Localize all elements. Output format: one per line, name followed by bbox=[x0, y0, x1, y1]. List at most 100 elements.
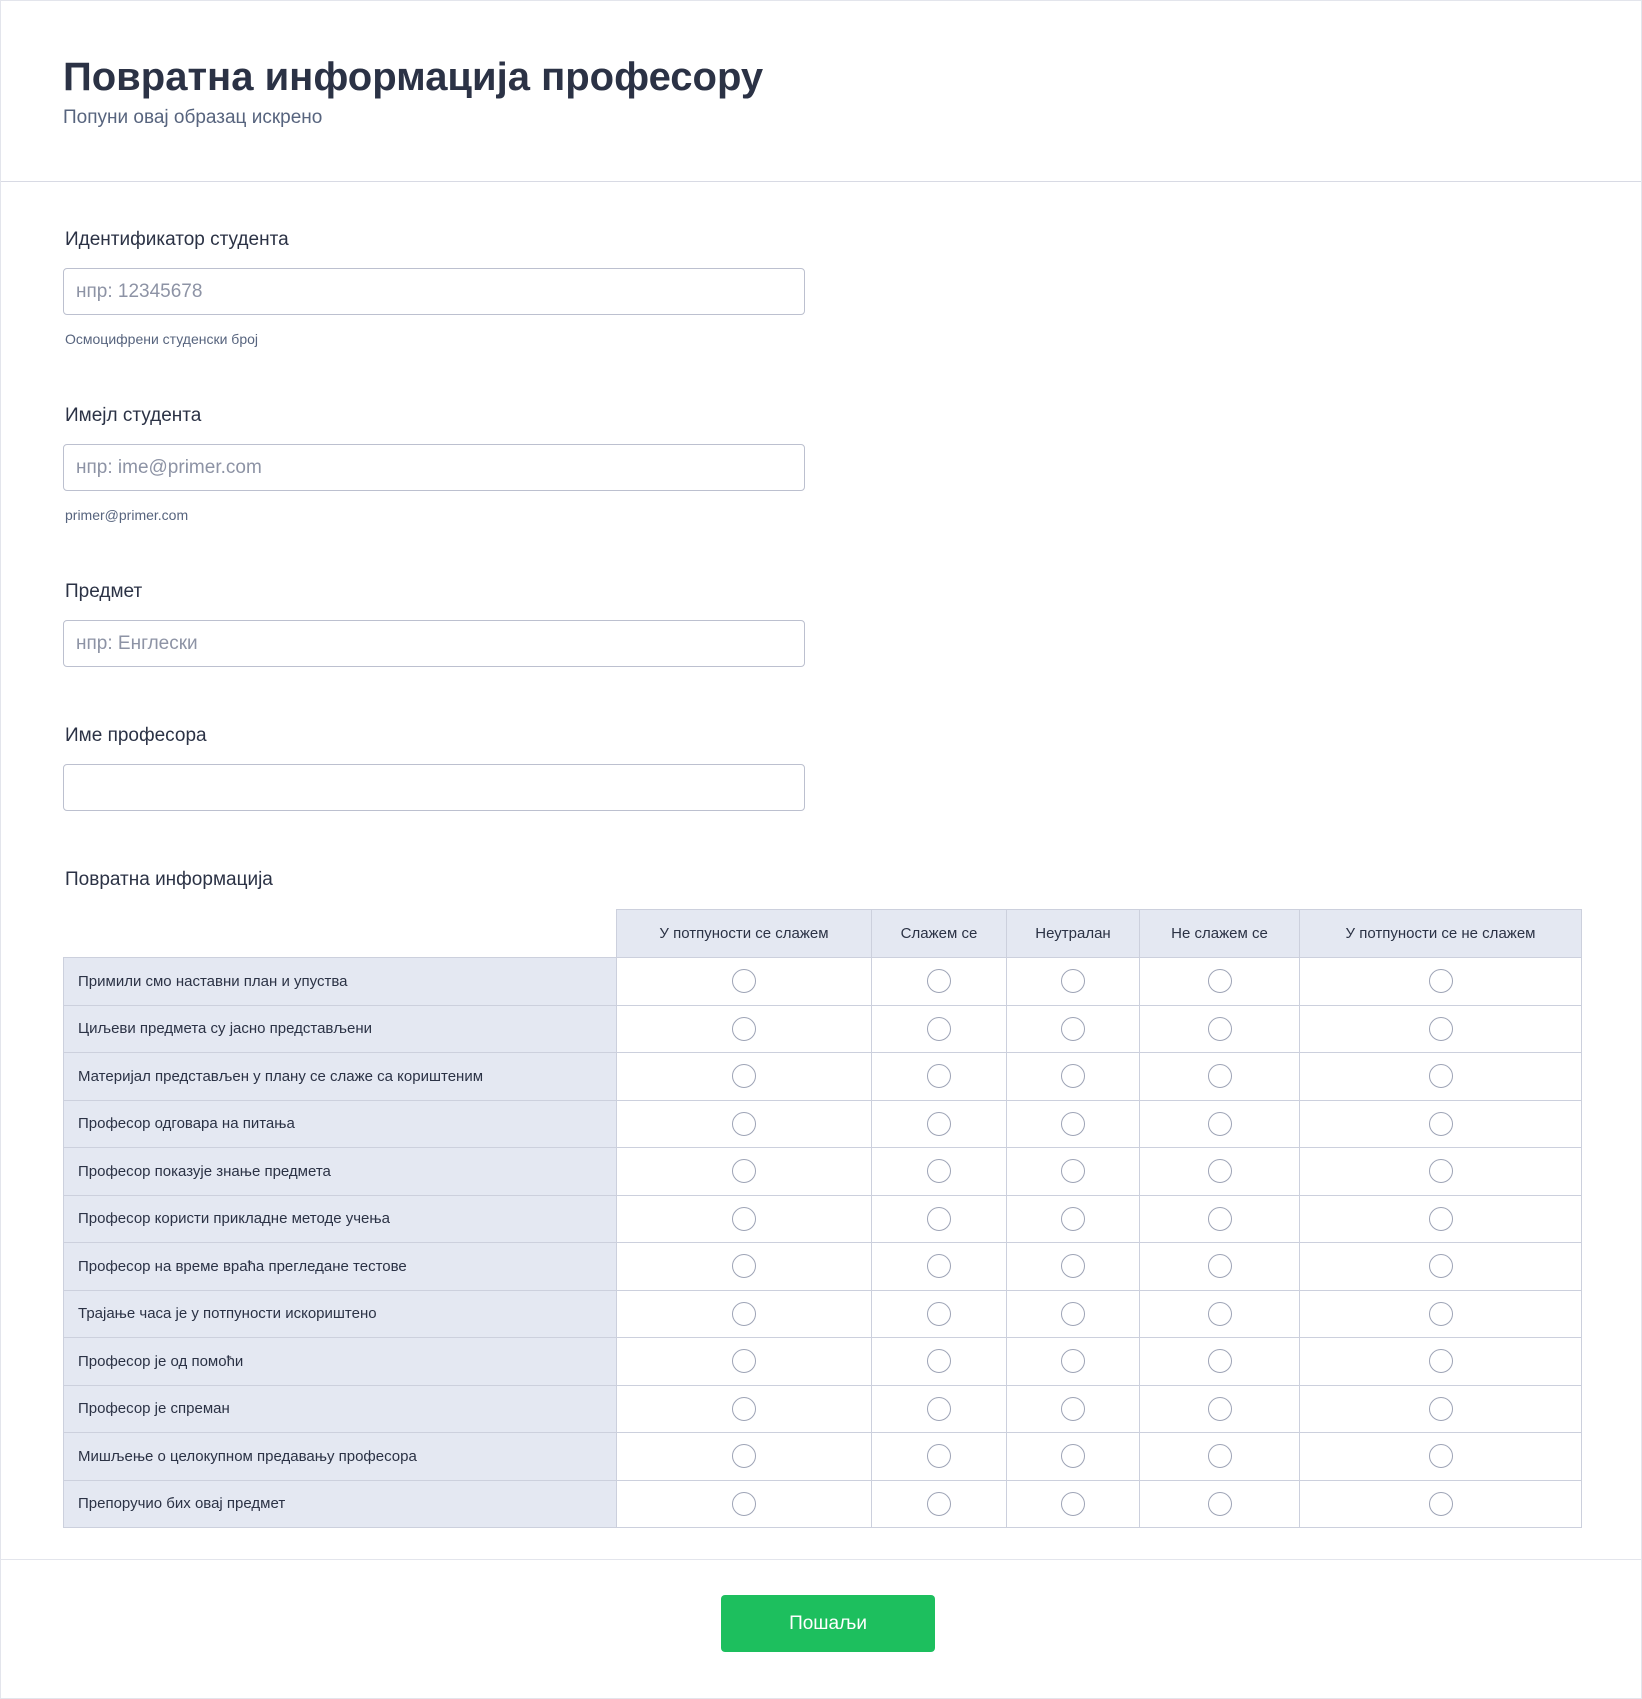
matrix-radio-button[interactable] bbox=[732, 1111, 756, 1136]
matrix-radio-button[interactable] bbox=[927, 1444, 951, 1469]
matrix-cell bbox=[1006, 1004, 1140, 1053]
matrix-radio-button[interactable] bbox=[1207, 1301, 1232, 1326]
form-body: Идентификатор студента Осмоцифрени студе… bbox=[1, 182, 1641, 1528]
matrix-radio-button[interactable] bbox=[1428, 1064, 1453, 1089]
matrix-column-header: У потпуности се не слажем bbox=[1299, 909, 1582, 958]
matrix-cell bbox=[871, 1337, 1007, 1386]
student-id-sublabel: Осмоцифрени студенски број bbox=[65, 331, 258, 347]
student-id-field-group: Идентификатор студента Осмоцифрени студе… bbox=[63, 227, 1641, 403]
matrix-cell bbox=[616, 1052, 872, 1101]
matrix-cell bbox=[1299, 957, 1582, 1006]
matrix-radio-button[interactable] bbox=[1428, 1301, 1453, 1326]
matrix-cell bbox=[871, 1242, 1007, 1291]
matrix-radio-button[interactable] bbox=[1428, 1349, 1453, 1374]
matrix-cell bbox=[616, 1289, 872, 1338]
matrix-cell bbox=[1006, 1052, 1140, 1101]
matrix-radio-button[interactable] bbox=[732, 1016, 756, 1041]
matrix-radio-button[interactable] bbox=[927, 1206, 951, 1231]
matrix-radio-button[interactable] bbox=[1061, 969, 1085, 994]
matrix-radio-button[interactable] bbox=[1428, 1396, 1453, 1421]
matrix-radio-button[interactable] bbox=[732, 1491, 756, 1516]
matrix-radio-button[interactable] bbox=[1428, 1111, 1453, 1136]
matrix-cell bbox=[1139, 1194, 1300, 1243]
subject-label: Предмет bbox=[65, 581, 143, 602]
matrix-radio-button[interactable] bbox=[1061, 1301, 1085, 1326]
matrix-radio-button[interactable] bbox=[1428, 1159, 1453, 1184]
submit-button[interactable]: Пошаљи bbox=[721, 1595, 935, 1652]
matrix-radio-button[interactable] bbox=[1061, 1016, 1085, 1041]
matrix-cell bbox=[1299, 1147, 1582, 1196]
matrix-radio-button[interactable] bbox=[1061, 1159, 1085, 1184]
matrix-radio-button[interactable] bbox=[1061, 1491, 1085, 1516]
matrix-radio-button[interactable] bbox=[1428, 969, 1453, 994]
matrix-radio-button[interactable] bbox=[1207, 1016, 1232, 1041]
matrix-radio-button[interactable] bbox=[1207, 1159, 1232, 1184]
form-header: Повратна информација професору Попуни ов… bbox=[1, 1, 1641, 182]
matrix-radio-button[interactable] bbox=[732, 1349, 756, 1374]
matrix-radio-button[interactable] bbox=[927, 1396, 951, 1421]
matrix-radio-button[interactable] bbox=[732, 1254, 756, 1279]
matrix-cell bbox=[1006, 1194, 1140, 1243]
professor-name-input[interactable] bbox=[63, 764, 805, 811]
matrix-radio-button[interactable] bbox=[732, 1064, 756, 1089]
matrix-cell bbox=[1299, 1337, 1582, 1386]
matrix-body: Примили смо наставни план и упуства Циљев… bbox=[63, 957, 1582, 1528]
matrix-radio-button[interactable] bbox=[927, 1159, 951, 1184]
matrix-row: Професор користи прикладне методе учења bbox=[63, 1194, 1582, 1243]
matrix-cell bbox=[1139, 1242, 1300, 1291]
matrix-radio-button[interactable] bbox=[1428, 1254, 1453, 1279]
matrix-radio-button[interactable] bbox=[1207, 1444, 1232, 1469]
student-email-input[interactable] bbox=[63, 444, 805, 491]
matrix-radio-button[interactable] bbox=[927, 1301, 951, 1326]
matrix-cell bbox=[616, 957, 872, 1006]
student-id-input[interactable] bbox=[63, 268, 805, 315]
matrix-cell bbox=[871, 1194, 1007, 1243]
matrix-radio-button[interactable] bbox=[927, 1349, 951, 1374]
form-subtitle: Попуни овај образац искрено bbox=[63, 107, 323, 128]
matrix-row-label: Професор одговара на питања bbox=[63, 1099, 617, 1148]
matrix-radio-button[interactable] bbox=[1207, 1206, 1232, 1231]
matrix-radio-button[interactable] bbox=[1061, 1254, 1085, 1279]
matrix-radio-button[interactable] bbox=[1061, 1349, 1085, 1374]
matrix-row: Примили смо наставни план и упуства bbox=[63, 957, 1582, 1006]
matrix-radio-button[interactable] bbox=[1207, 1349, 1232, 1374]
matrix-cell bbox=[1139, 1289, 1300, 1338]
matrix-radio-button[interactable] bbox=[732, 1444, 756, 1469]
matrix-radio-button[interactable] bbox=[927, 1016, 951, 1041]
matrix-radio-button[interactable] bbox=[1207, 1254, 1232, 1279]
matrix-cell bbox=[1139, 1147, 1300, 1196]
matrix-row: Професор је од помоћи bbox=[63, 1337, 1582, 1386]
matrix-radio-button[interactable] bbox=[927, 969, 951, 994]
matrix-radio-button[interactable] bbox=[927, 1491, 951, 1516]
matrix-radio-button[interactable] bbox=[1428, 1491, 1453, 1516]
matrix-radio-button[interactable] bbox=[732, 1396, 756, 1421]
matrix-radio-button[interactable] bbox=[1207, 1491, 1232, 1516]
matrix-radio-button[interactable] bbox=[732, 1159, 756, 1184]
matrix-radio-button[interactable] bbox=[732, 1301, 756, 1326]
form-title: Повратна информација професору bbox=[63, 55, 764, 99]
matrix-radio-button[interactable] bbox=[1061, 1064, 1085, 1089]
matrix-radio-button[interactable] bbox=[1207, 1111, 1232, 1136]
matrix-radio-button[interactable] bbox=[1207, 969, 1232, 994]
matrix-radio-button[interactable] bbox=[1061, 1111, 1085, 1136]
matrix-radio-button[interactable] bbox=[732, 969, 756, 994]
matrix-radio-button[interactable] bbox=[1428, 1016, 1453, 1041]
matrix-cell bbox=[1139, 957, 1300, 1006]
matrix-cell bbox=[871, 957, 1007, 1006]
matrix-radio-button[interactable] bbox=[1061, 1444, 1085, 1469]
matrix-radio-button[interactable] bbox=[1428, 1444, 1453, 1469]
matrix-cell bbox=[1139, 1479, 1300, 1528]
matrix-cell bbox=[871, 1432, 1007, 1481]
matrix-radio-button[interactable] bbox=[1061, 1206, 1085, 1231]
matrix-radio-button[interactable] bbox=[927, 1111, 951, 1136]
matrix-radio-button[interactable] bbox=[927, 1064, 951, 1089]
matrix-radio-button[interactable] bbox=[927, 1254, 951, 1279]
matrix-row-label: Мишљење о целокупном предавању професора bbox=[63, 1432, 617, 1481]
matrix-cell bbox=[616, 1147, 872, 1196]
matrix-radio-button[interactable] bbox=[1207, 1396, 1232, 1421]
subject-input[interactable] bbox=[63, 620, 805, 667]
matrix-radio-button[interactable] bbox=[1061, 1396, 1085, 1421]
matrix-radio-button[interactable] bbox=[732, 1206, 756, 1231]
matrix-radio-button[interactable] bbox=[1428, 1206, 1453, 1231]
matrix-radio-button[interactable] bbox=[1207, 1064, 1232, 1089]
